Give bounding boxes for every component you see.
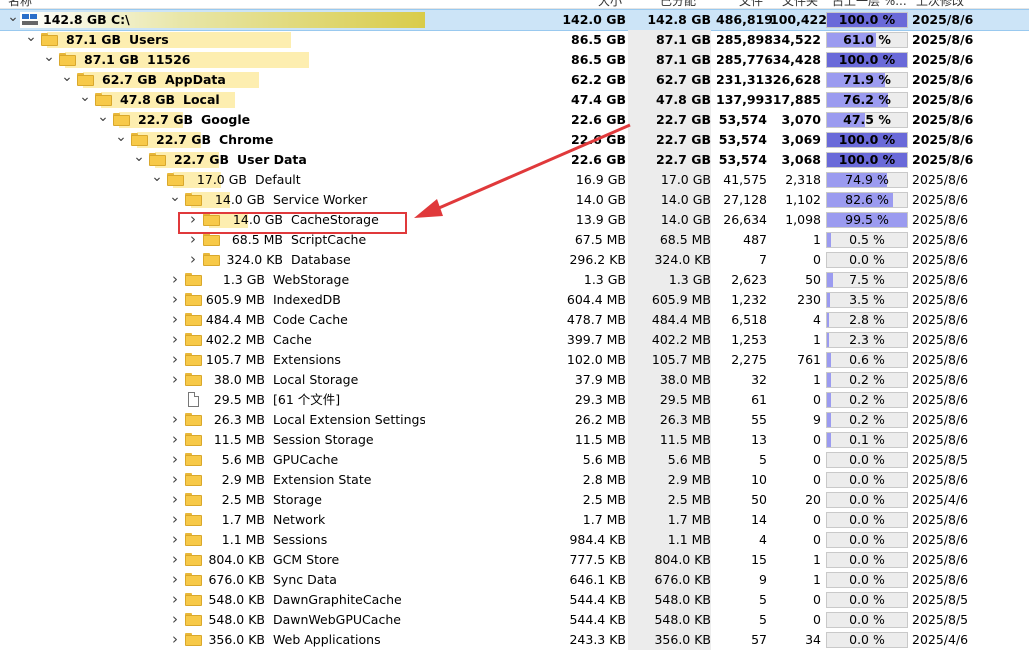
arrow-head: [414, 199, 443, 218]
annotation-arrow: [414, 123, 631, 218]
arrow-line: [431, 123, 631, 213]
